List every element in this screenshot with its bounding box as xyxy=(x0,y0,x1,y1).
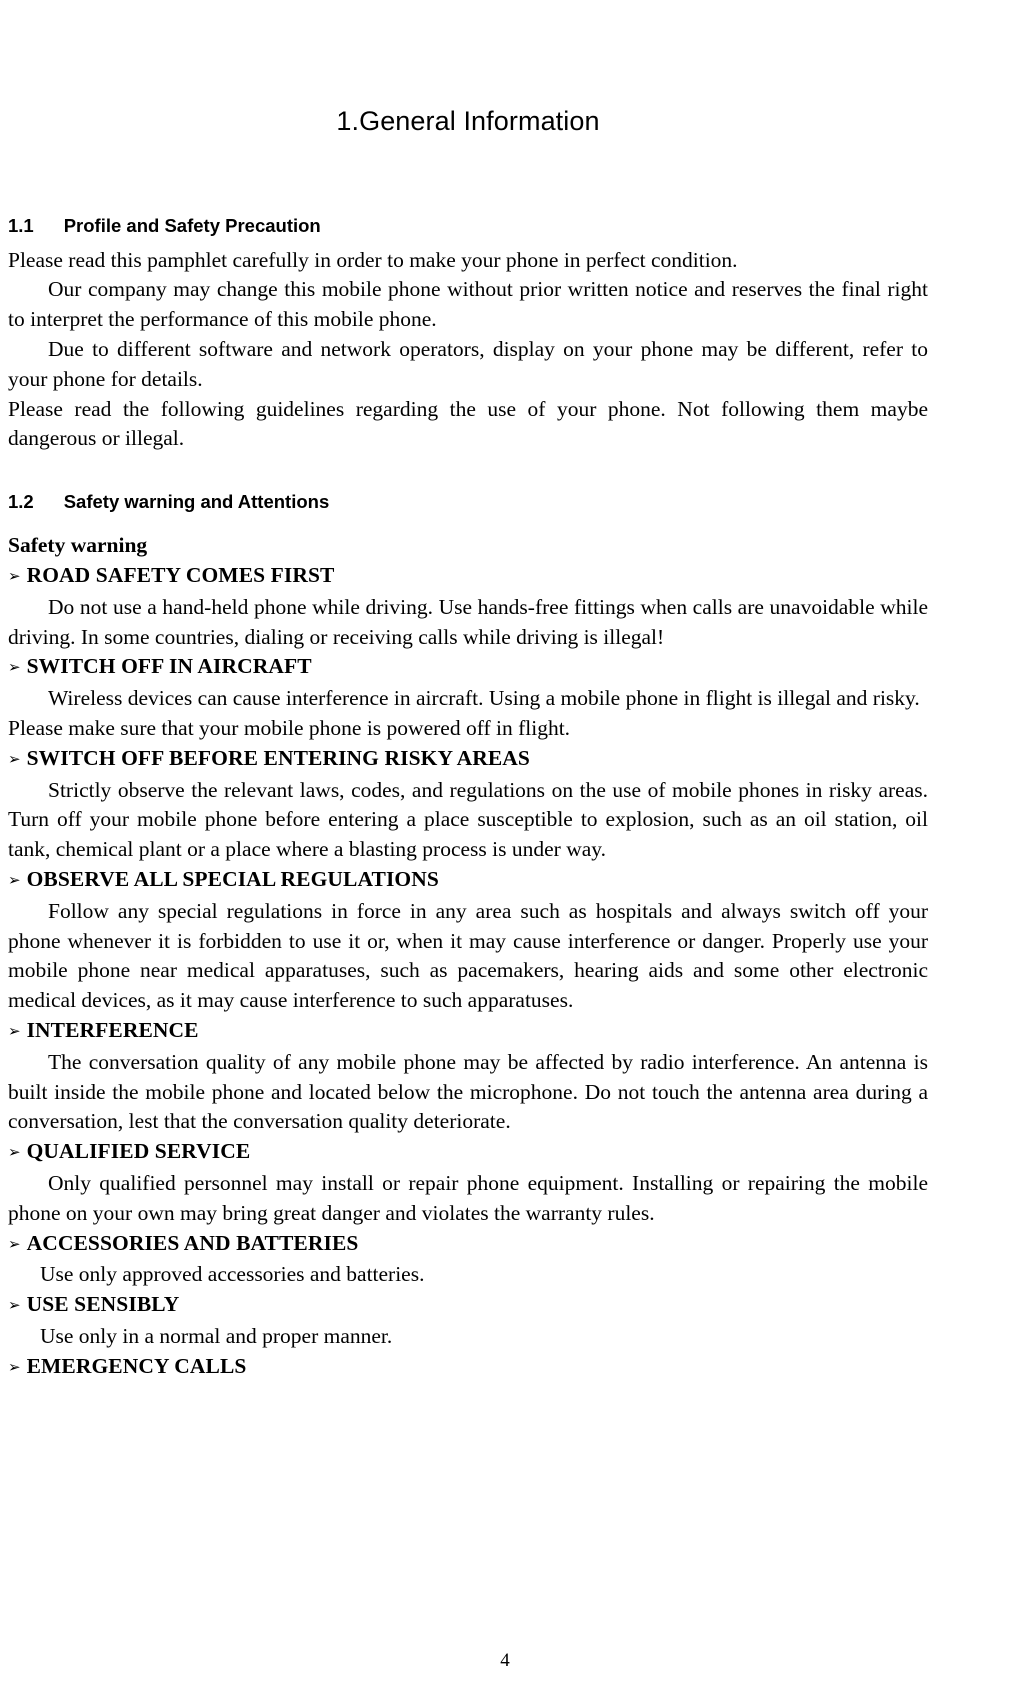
arrow-bullet-icon: ➢ xyxy=(8,1357,21,1376)
warning-heading-label: INTERFERENCE xyxy=(26,1017,199,1042)
paragraph: Due to different software and network op… xyxy=(8,336,928,391)
warning-body: Strictly observe the relevant laws, code… xyxy=(8,777,928,862)
section-label: Safety warning and Attentions xyxy=(63,491,330,513)
arrow-bullet-icon: ➢ xyxy=(8,1296,21,1315)
warning-heading: ➢ QUALIFIED SERVICE xyxy=(8,1137,928,1169)
warning-body: Wireless devices can cause interference … xyxy=(48,686,920,711)
arrow-bullet-icon: ➢ xyxy=(8,1021,21,1040)
section-1-1-body: Please read this pamphlet carefully in o… xyxy=(8,238,928,455)
warning-heading: ➢ INTERFERENCE xyxy=(8,1016,928,1048)
document-page: 1.General Information 1.1 Profile and Saf… xyxy=(0,0,1010,1702)
warning-heading: ➢ USE SENSIBLY xyxy=(8,1290,928,1322)
warning-heading-label: ACCESSORIES AND BATTERIES xyxy=(26,1230,359,1255)
arrow-bullet-icon: ➢ xyxy=(8,1143,21,1162)
page-number: 4 xyxy=(500,1650,510,1671)
warning-heading: ➢ OBSERVE ALL SPECIAL REGULATIONS xyxy=(8,865,928,897)
arrow-bullet-icon: ➢ xyxy=(8,749,21,768)
warning-body: Use only in a normal and proper manner. xyxy=(40,1323,393,1348)
paragraph: Please read the following guidelines reg… xyxy=(8,396,928,451)
warning-heading-label: SWITCH OFF BEFORE ENTERING RISKY AREAS xyxy=(26,745,530,770)
section-heading-1-1: 1.1 Profile and Safety Precaution xyxy=(8,137,928,237)
warning-heading: ➢ ROAD SAFETY COMES FIRST xyxy=(8,561,928,593)
warning-body: Only qualified personnel may install or … xyxy=(8,1170,928,1225)
arrow-bullet-icon: ➢ xyxy=(8,567,21,586)
section-number: 1.1 xyxy=(8,215,34,237)
arrow-bullet-icon: ➢ xyxy=(8,658,21,677)
arrow-bullet-icon: ➢ xyxy=(8,1234,21,1253)
warning-heading: ➢ SWITCH OFF IN AIRCRAFT xyxy=(8,652,928,684)
warning-heading-label: EMERGENCY CALLS xyxy=(26,1353,247,1378)
section-label: Profile and Safety Precaution xyxy=(63,215,321,237)
section-1-2-body: Safety warning ➢ ROAD SAFETY COMES FIRST… xyxy=(8,513,928,1383)
safety-warning-subheading: Safety warning xyxy=(8,533,148,558)
arrow-bullet-icon: ➢ xyxy=(8,870,21,889)
warning-heading-label: OBSERVE ALL SPECIAL REGULATIONS xyxy=(26,866,439,891)
warning-heading-label: ROAD SAFETY COMES FIRST xyxy=(26,563,335,588)
warning-heading-label: SWITCH OFF IN AIRCRAFT xyxy=(26,654,312,679)
warning-body: Follow any special regulations in force … xyxy=(8,898,928,1013)
warning-heading: ➢ EMERGENCY CALLS xyxy=(8,1352,928,1384)
warning-body-extra: Please make sure that your mobile phone … xyxy=(8,716,571,740)
paragraph: Our company may change this mobile phone… xyxy=(8,277,928,332)
warning-heading-label: USE SENSIBLY xyxy=(26,1292,180,1317)
warning-heading: ➢ ACCESSORIES AND BATTERIES xyxy=(8,1229,928,1261)
warning-body: Do not use a hand-held phone while drivi… xyxy=(8,594,928,649)
warning-body: The conversation quality of any mobile p… xyxy=(8,1049,928,1134)
section-number: 1.2 xyxy=(8,491,34,513)
section-heading-1-2: 1.2 Safety warning and Attentions xyxy=(8,454,928,513)
warning-heading-label: QUALIFIED SERVICE xyxy=(26,1139,251,1164)
warning-heading: ➢ SWITCH OFF BEFORE ENTERING RISKY AREAS xyxy=(8,744,928,776)
page-title: 1.General Information xyxy=(336,106,600,136)
warning-body: Use only approved accessories and batter… xyxy=(40,1262,425,1287)
paragraph: Please read this pamphlet carefully in o… xyxy=(8,247,738,272)
